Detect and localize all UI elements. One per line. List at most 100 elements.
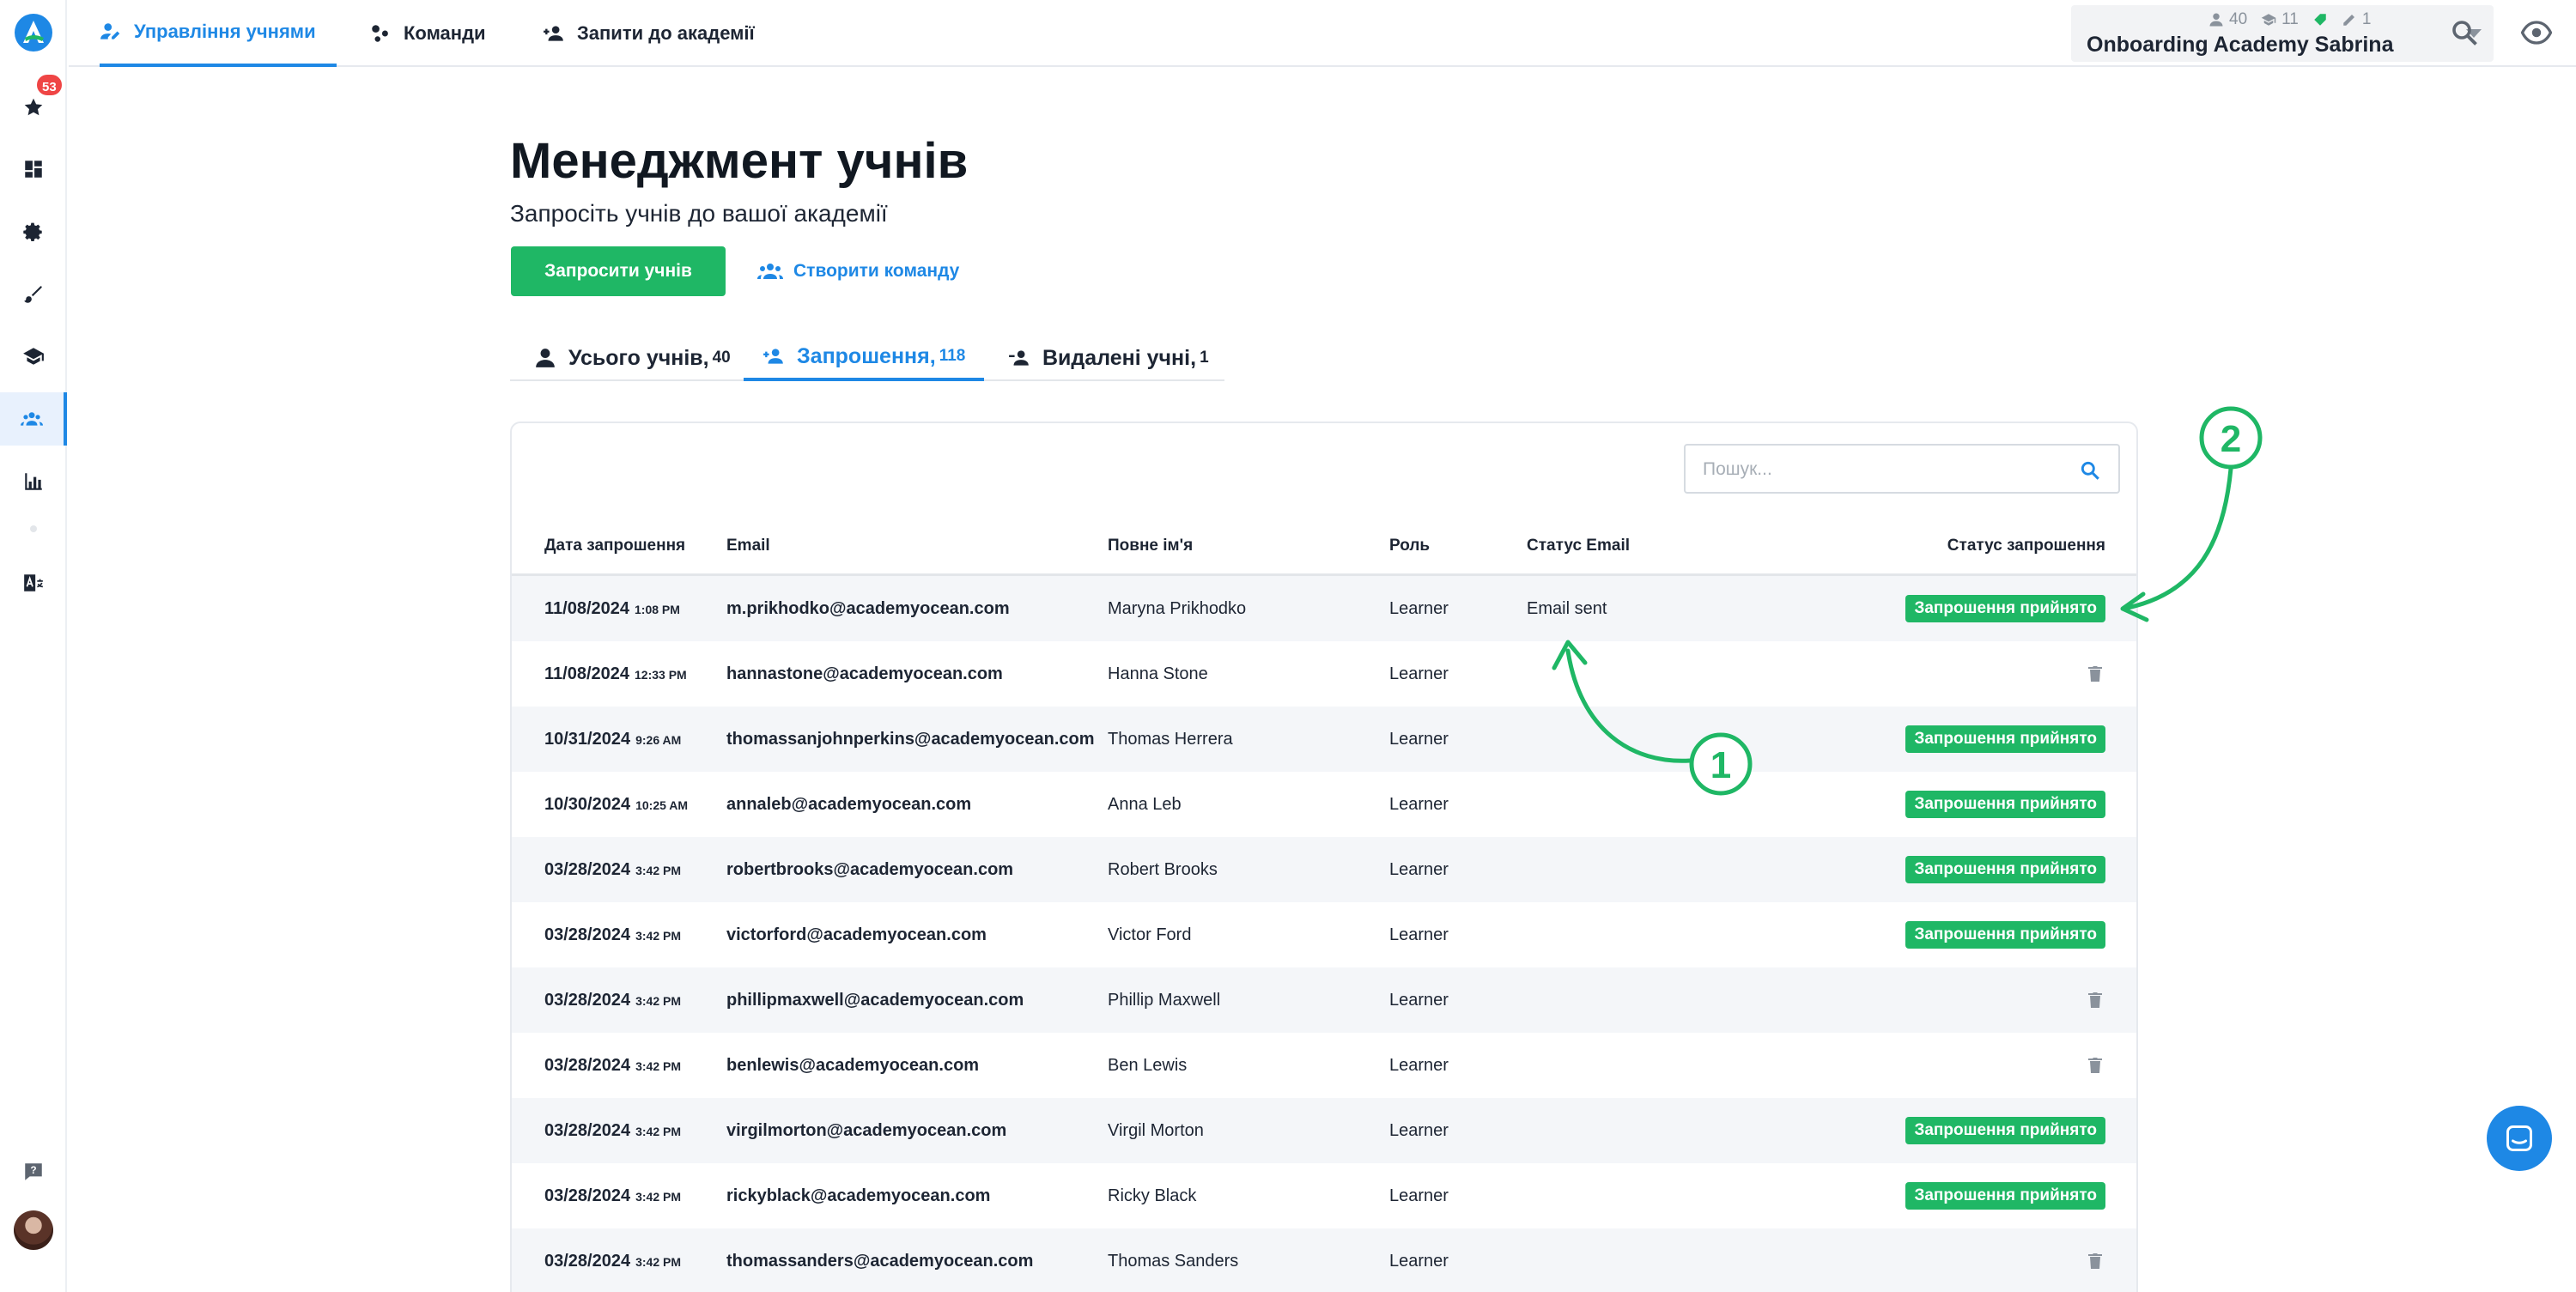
invite-time: 3:42 PM <box>635 994 682 1008</box>
tab-label: Видалені учні, <box>1042 345 1197 370</box>
academyocean-logo[interactable] <box>13 12 54 53</box>
learner-role: Learner <box>1389 599 1449 618</box>
table-row[interactable]: 03/28/2024 3:42 PM robertbrooks@academyoce… <box>512 837 2136 902</box>
invite-date-value: 11/08/2024 <box>544 599 629 618</box>
invite-date-value: 10/30/2024 <box>544 795 631 814</box>
invite-date: 03/28/2024 3:42 PM <box>544 1098 681 1163</box>
invitation-accepted-badge: Запрошення прийнято <box>1905 725 2105 753</box>
create-team-button[interactable]: Створити команду <box>757 246 959 296</box>
brush-icon <box>24 286 42 303</box>
trash-icon[interactable] <box>2085 1055 2105 1076</box>
preview-eye-icon[interactable] <box>2521 17 2552 48</box>
sidebar-item-dashboard[interactable] <box>0 143 67 196</box>
bar-chart-icon <box>25 473 42 490</box>
learner-full-name: Robert Brooks <box>1108 860 1218 879</box>
invite-date: 11/08/2024 12:33 PM <box>544 641 687 707</box>
invite-date: 10/31/2024 9:26 AM <box>544 707 681 772</box>
invite-date-value: 03/28/2024 <box>544 1186 631 1205</box>
academy-switcher[interactable]: 40 11 1 Onboarding Academy Sabrina <box>2071 5 2494 62</box>
table-row[interactable]: 03/28/2024 3:42 PM victorford@academyocean… <box>512 902 2136 967</box>
invitation-accepted-badge: Запрошення прийнято <box>1905 921 2105 949</box>
invite-time: 3:42 PM <box>635 1059 682 1073</box>
learner-full-name: Maryna Prikhodko <box>1108 599 1247 618</box>
tab-academy-requests[interactable]: Запити до академії <box>543 0 755 67</box>
table-row[interactable]: 03/28/2024 3:42 PM thomassanders@academyoc… <box>512 1228 2136 1292</box>
svg-text:?: ? <box>30 1164 36 1176</box>
table-row[interactable]: 03/28/2024 3:42 PM benlewis@academyocean.c… <box>512 1033 2136 1098</box>
pencil-icon <box>2343 15 2354 26</box>
table-row[interactable]: 10/31/2024 9:26 AM thomassanjohnperkins@ac… <box>512 707 2136 772</box>
tab-deleted-learners[interactable]: Видалені учні, 1 <box>1008 335 1209 381</box>
table-header: Дата запрошення Email Повне ім'я Роль Ст… <box>512 516 2136 576</box>
translate-icon <box>24 574 43 591</box>
search-box[interactable] <box>1684 444 2120 494</box>
sidebar-item-settings[interactable] <box>0 206 67 259</box>
sidebar-item-help[interactable]: ? <box>0 1145 67 1198</box>
learner-role: Learner <box>1389 1252 1449 1271</box>
chat-widget-button[interactable] <box>2487 1106 2552 1171</box>
table-row[interactable]: 03/28/2024 3:42 PM virgilmorton@academyoce… <box>512 1098 2136 1163</box>
tab-all-learners[interactable]: Усього учнів, 40 <box>534 335 731 381</box>
table-row[interactable]: 03/28/2024 3:42 PM phillipmaxwell@academyo… <box>512 967 2136 1033</box>
learner-full-name: Thomas Herrera <box>1108 730 1233 749</box>
table-body: 11/08/2024 1:08 PM m.prikhodko@academyocea… <box>512 576 2136 1292</box>
invite-learners-button[interactable]: Запросити учнів <box>511 246 726 296</box>
sidebar-item-reports[interactable] <box>0 455 67 508</box>
users-icon <box>757 264 783 279</box>
invite-date-value: 11/08/2024 <box>544 664 629 683</box>
search-icon[interactable] <box>2449 17 2480 48</box>
email-status: Email sent <box>1527 599 1607 618</box>
column-header-email[interactable]: Email <box>726 516 770 576</box>
table-row[interactable]: 10/30/2024 10:25 AM annaleb@academyocean.c… <box>512 772 2136 837</box>
tab-invitations[interactable]: Запрошення, 118 <box>744 335 985 381</box>
trash-icon[interactable] <box>2085 1251 2105 1271</box>
learner-full-name: Phillip Maxwell <box>1108 991 1221 1010</box>
learner-full-name: Victor Ford <box>1108 925 1192 944</box>
dashboard-icon <box>25 161 42 178</box>
sidebar-item-design[interactable] <box>0 268 67 321</box>
invite-date-value: 03/28/2024 <box>544 991 631 1010</box>
invite-date: 11/08/2024 1:08 PM <box>544 576 680 641</box>
trash-icon[interactable] <box>2085 990 2105 1010</box>
academy-stats: 40 11 1 <box>2208 10 2371 29</box>
column-header-role[interactable]: Роль <box>1389 516 1430 576</box>
learner-full-name: Ben Lewis <box>1108 1056 1188 1075</box>
learner-email: hannastone@academyocean.com <box>726 664 1003 683</box>
tag-icon <box>2314 14 2326 26</box>
learner-full-name: Virgil Morton <box>1108 1121 1204 1140</box>
invite-date-value: 03/28/2024 <box>544 1056 631 1075</box>
learner-email: m.prikhodko@academyocean.com <box>726 599 1010 618</box>
invite-time: 3:42 PM <box>635 1190 682 1204</box>
invite-date-value: 03/28/2024 <box>544 1252 631 1271</box>
tab-learner-management[interactable]: Управління учнями <box>100 0 337 67</box>
column-header-email-status[interactable]: Статус Email <box>1527 516 1630 576</box>
annotation-marker-2-label: 2 <box>2221 418 2241 460</box>
tab-label: Запрошення, <box>797 343 936 368</box>
learner-full-name: Ricky Black <box>1108 1186 1197 1205</box>
learner-email: annaleb@academyocean.com <box>726 795 972 814</box>
table-row[interactable]: 11/08/2024 1:08 PM m.prikhodko@academyocea… <box>512 576 2136 641</box>
tab-label: Запити до академії <box>577 22 755 44</box>
invitation-accepted-badge: Запрошення прийнято <box>1905 791 2105 818</box>
column-header-invitation-status[interactable]: Статус запрошення <box>1947 516 2105 576</box>
search-input[interactable] <box>1703 458 2063 482</box>
tab-teams[interactable]: Команди <box>369 0 486 67</box>
annotation-arrow-2 <box>2125 466 2233 610</box>
sidebar-item-translations[interactable] <box>0 556 67 610</box>
table-row[interactable]: 03/28/2024 3:42 PM rickyblack@academyocean… <box>512 1163 2136 1228</box>
page-title: Менеджмент учнів <box>510 133 969 189</box>
invite-date: 03/28/2024 3:42 PM <box>544 967 681 1033</box>
sidebar-item-courses[interactable] <box>0 330 67 383</box>
learners-count: 40 <box>2208 10 2247 29</box>
sidebar-item-learners[interactable] <box>0 392 67 446</box>
column-header-invite-date[interactable]: Дата запрошення <box>544 516 685 576</box>
search-icon[interactable] <box>2079 459 2101 482</box>
invite-date-value: 03/28/2024 <box>544 860 631 879</box>
invite-time: 1:08 PM <box>635 603 680 616</box>
user-avatar[interactable] <box>14 1210 53 1250</box>
table-row[interactable]: 11/08/2024 12:33 PM hannastone@academyocea… <box>512 641 2136 707</box>
column-header-full-name[interactable]: Повне ім'я <box>1108 516 1193 576</box>
graduation-cap-icon <box>23 348 44 365</box>
person-remove-icon <box>1009 350 1029 366</box>
trash-icon[interactable] <box>2085 664 2105 684</box>
